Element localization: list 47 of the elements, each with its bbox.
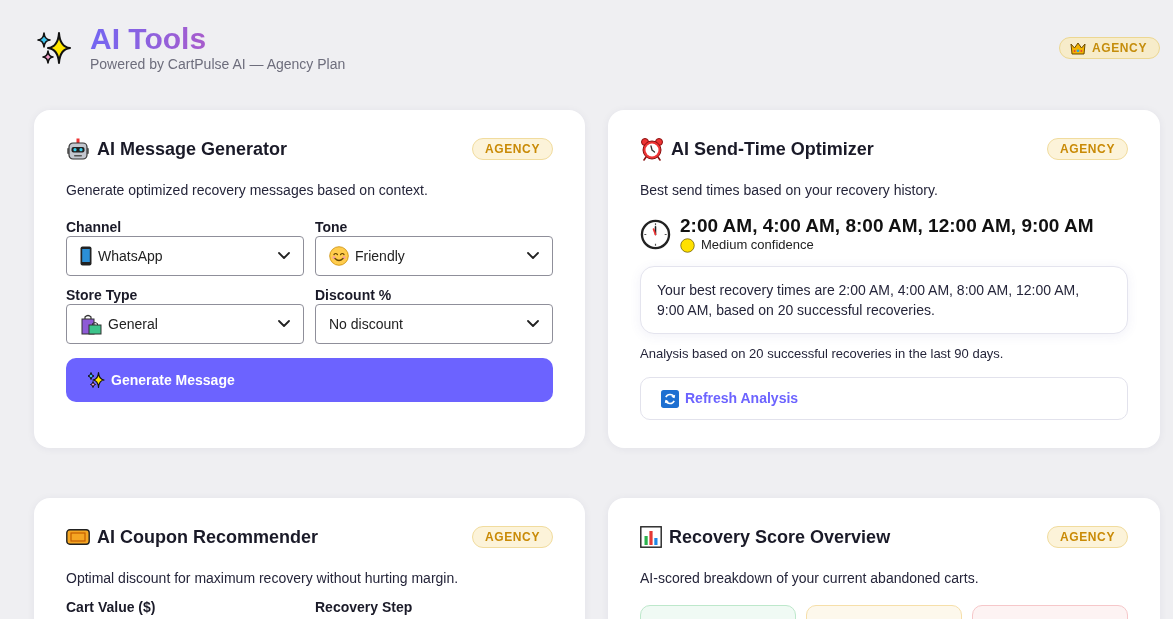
field-label: Cart Value ($) xyxy=(66,600,157,615)
card-description: Generate optimized recovery messages based on context. xyxy=(66,181,429,200)
plan-badge: AGENCY xyxy=(1047,138,1128,160)
summary-text: Your best recovery times are 2:00 AM, 4:00 AM, 8:00 AM, 12:00 AM, 9:00 AM, based on 20 successful recoveries. xyxy=(657,281,1081,320)
refresh-icon xyxy=(661,389,679,408)
card-title: AI Coupon Recommender xyxy=(97,526,319,548)
sparkles-icon xyxy=(87,371,105,389)
alarm-clock-icon xyxy=(640,137,664,161)
field-label: Discount % xyxy=(315,287,393,304)
field-label: Recovery Step xyxy=(315,600,414,615)
generate-button[interactable]: Generate Message xyxy=(66,358,553,402)
plan-badge: AGENCY xyxy=(472,138,553,160)
field-label: Tone xyxy=(315,219,349,236)
badge-text: AGENCY xyxy=(1092,40,1147,55)
clock-icon xyxy=(640,218,671,250)
crown-icon xyxy=(1070,40,1087,55)
plan-badge: AGENCY xyxy=(472,526,553,548)
card-description: AI-scored breakdown of your current abandoned carts. xyxy=(640,569,980,588)
dropdown[interactable]: Friendly xyxy=(315,236,553,276)
ticket-icon xyxy=(66,529,90,545)
card-description: Optimal discount for maximum recovery without hurting margin. xyxy=(66,569,460,588)
confidence-label: Medium confidence xyxy=(701,237,814,253)
bar-chart-icon xyxy=(640,526,662,548)
smiley-icon xyxy=(329,246,349,266)
phone-icon xyxy=(80,246,92,266)
card-title: AI Send-Time Optimizer xyxy=(671,138,874,160)
field-label: Store Type xyxy=(66,287,139,304)
field-label: Channel xyxy=(66,219,123,236)
dropdown[interactable]: No discount xyxy=(315,304,553,344)
best-times: 2:00 AM, 4:00 AM, 8:00 AM, 12:00 AM, 9:00 AM xyxy=(680,215,1094,237)
dropdown[interactable]: WhatsApp xyxy=(66,236,304,276)
dropdown[interactable]: General xyxy=(66,304,304,344)
status-dot-icon xyxy=(680,237,695,253)
plan-badge: AGENCY xyxy=(1047,526,1128,548)
page-subtitle: Powered by CartPulse AI — Agency Plan xyxy=(90,56,346,73)
shopping-bags-icon xyxy=(80,313,102,335)
chevron-down-icon xyxy=(278,252,290,260)
card-description: Best send times based on your recovery history. xyxy=(640,181,939,200)
sparkles-icon xyxy=(36,29,72,66)
card-title: AI Message Generator xyxy=(97,138,288,160)
refresh-button[interactable]: Refresh Analysis xyxy=(640,377,1128,420)
chevron-down-icon xyxy=(278,320,290,328)
analysis-note: Analysis based on 20 successful recoveries in the last 90 days. xyxy=(640,346,1005,362)
chevron-down-icon xyxy=(527,320,539,328)
robot-icon xyxy=(66,137,90,161)
chevron-down-icon xyxy=(527,252,539,260)
card-title: Recovery Score Overview xyxy=(669,526,891,548)
